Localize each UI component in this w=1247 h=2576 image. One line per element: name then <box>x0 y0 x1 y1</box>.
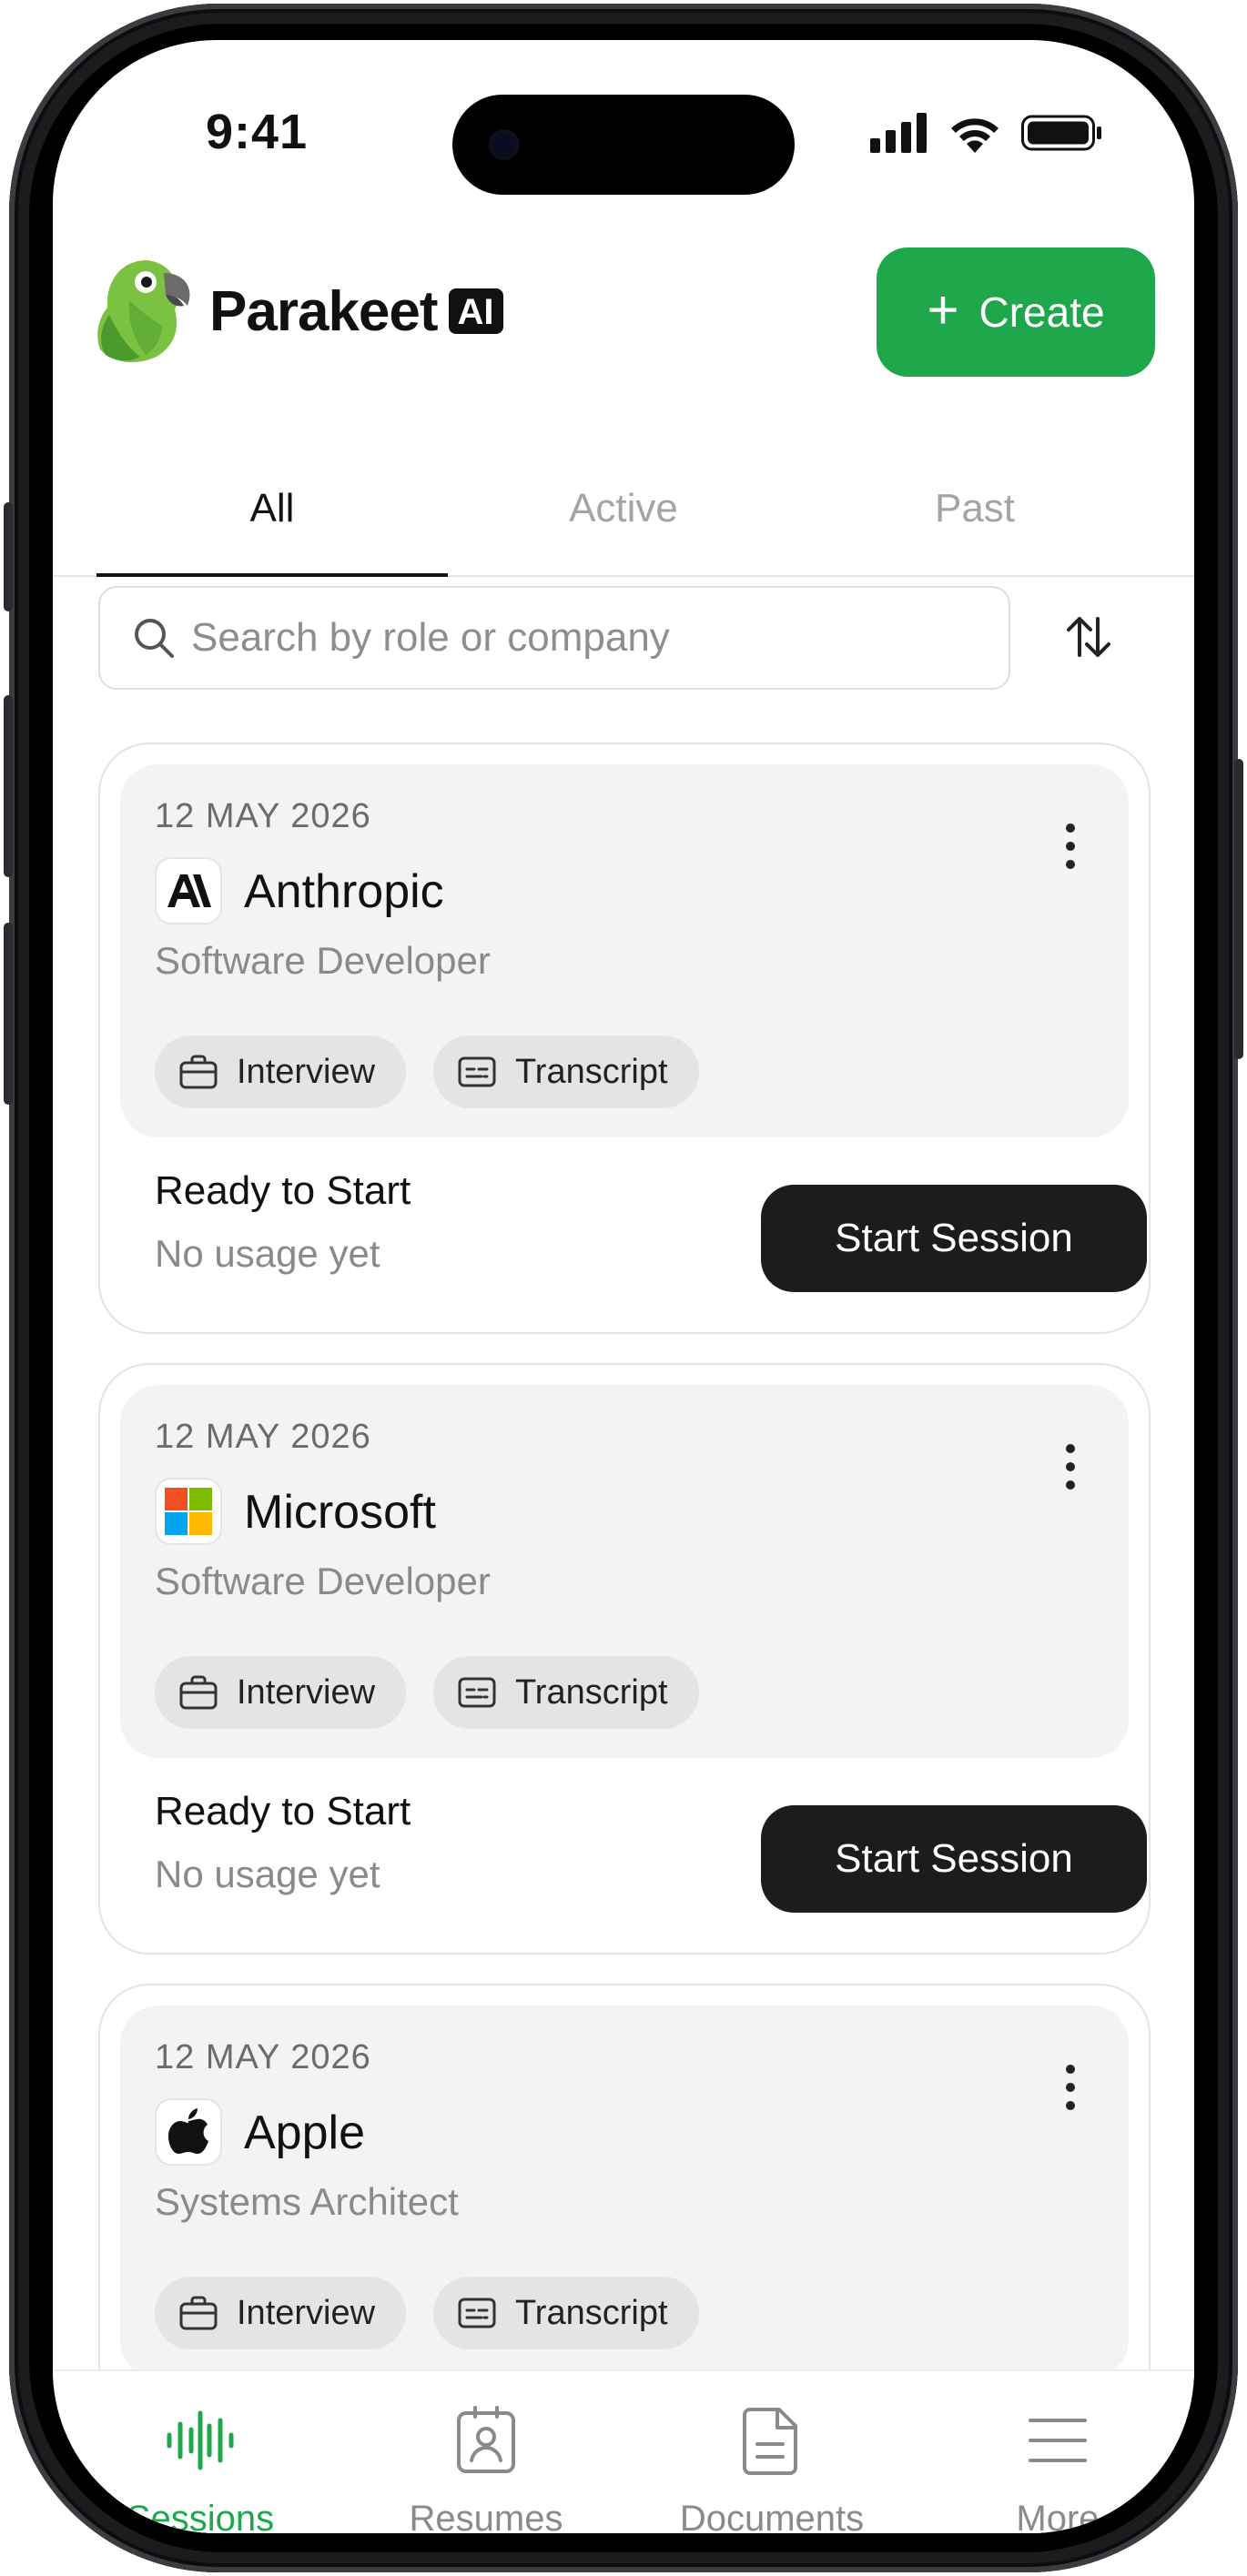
company-name: Apple <box>244 2106 365 2159</box>
tag-label: Transcript <box>515 2293 668 2332</box>
dynamic-island <box>452 95 795 195</box>
job-role: Software Developer <box>155 1560 491 1602</box>
session-status: Ready to Start <box>155 1789 411 1834</box>
apple-logo-icon <box>168 2108 208 2154</box>
session-card[interactable]: 12 MAY 2026 Microsoft Software Developer <box>98 1363 1151 1955</box>
search-placeholder: Search by role or company <box>191 615 670 660</box>
brand-logo: Parakeet AI <box>93 255 503 368</box>
wifi-icon <box>951 118 999 153</box>
transcript-icon <box>458 1677 496 1708</box>
session-date: 12 MAY 2026 <box>155 1418 371 1456</box>
nav-label: Documents <box>679 2499 865 2533</box>
more-options-icon[interactable] <box>1052 2060 1089 2115</box>
tag-transcript: Transcript <box>433 2277 699 2349</box>
search-input[interactable]: Search by role or company <box>98 586 1010 690</box>
nav-label: Sessions <box>126 2499 275 2533</box>
filter-tabs: All Active Past <box>53 440 1194 577</box>
session-card-details: 12 MAY 2026 Microsoft Software Developer <box>120 1385 1129 1758</box>
tab-all[interactable]: All <box>96 486 448 531</box>
sort-button[interactable] <box>1061 610 1116 664</box>
tag-label: Interview <box>237 2293 376 2332</box>
waveform-icon <box>167 2410 234 2470</box>
tag-interview: Interview <box>155 2277 407 2349</box>
bottom-navigation: Sessions Resumes Documents More <box>53 2369 1194 2533</box>
tag-label: Transcript <box>515 1052 668 1091</box>
tag-label: Transcript <box>515 1672 668 1712</box>
brand-ai-badge: AI <box>448 288 503 334</box>
volume-down-button <box>4 923 13 1105</box>
create-button[interactable]: + Create <box>877 247 1155 377</box>
job-role: Systems Architect <box>155 2180 459 2223</box>
create-label: Create <box>978 288 1105 336</box>
tag-transcript: Transcript <box>433 1656 699 1729</box>
start-session-button[interactable]: Start Session <box>761 1185 1147 1292</box>
nav-item-resumes[interactable]: Resumes <box>350 2404 623 2533</box>
start-session-button[interactable]: Start Session <box>761 1805 1147 1913</box>
tag-transcript: Transcript <box>433 1035 699 1108</box>
tag-interview: Interview <box>155 1656 407 1729</box>
front-camera <box>492 133 516 157</box>
cellular-signal-icon <box>870 113 927 153</box>
nav-label: Resumes <box>409 2499 563 2533</box>
nav-item-more[interactable]: More <box>921 2404 1194 2533</box>
tab-past[interactable]: Past <box>799 486 1151 531</box>
nav-label: More <box>1016 2499 1100 2533</box>
session-card[interactable]: 12 MAY 2026 Anthropic Software Developer… <box>98 742 1151 1334</box>
more-options-icon[interactable] <box>1052 819 1089 874</box>
status-icons <box>870 113 1103 153</box>
transcript-icon <box>458 2298 496 2329</box>
anthropic-logo <box>155 857 222 924</box>
plus-icon: + <box>927 278 959 340</box>
microsoft-logo <box>155 1478 222 1545</box>
session-usage: No usage yet <box>155 1232 380 1275</box>
volume-up-button <box>4 695 13 877</box>
search-icon <box>135 619 174 658</box>
anthropic-logo-icon <box>167 874 211 907</box>
session-date: 12 MAY 2026 <box>155 797 371 835</box>
status-time: 9:41 <box>206 105 309 159</box>
more-options-icon[interactable] <box>1052 1440 1089 1494</box>
app-screen: 9:41 Parakeet AI + Create All Active Pas… <box>53 40 1194 2533</box>
tag-label: Interview <box>237 1672 376 1712</box>
company-name: Anthropic <box>244 865 444 918</box>
tab-active[interactable]: Active <box>448 486 799 531</box>
session-card-details: 12 MAY 2026 Anthropic Software Developer… <box>120 764 1129 1137</box>
nav-item-sessions[interactable]: Sessions <box>64 2404 337 2533</box>
session-status: Ready to Start <box>155 1168 411 1213</box>
badge-icon <box>457 2406 515 2473</box>
session-date: 12 MAY 2026 <box>155 2038 371 2076</box>
briefcase-icon <box>179 2296 218 2330</box>
battery-icon <box>1021 115 1101 151</box>
briefcase-icon <box>179 1675 218 1710</box>
nav-item-documents[interactable]: Documents <box>635 2404 908 2533</box>
document-icon <box>743 2408 797 2475</box>
menu-icon <box>1029 2419 1087 2462</box>
power-button <box>1234 759 1243 1059</box>
tag-interview: Interview <box>155 1035 407 1108</box>
sort-arrows-icon <box>1067 617 1110 657</box>
briefcase-icon <box>179 1055 218 1089</box>
microsoft-logo-icon <box>165 1488 212 1535</box>
action-button <box>4 502 13 611</box>
apple-logo <box>155 2098 222 2166</box>
active-tab-indicator <box>96 573 448 577</box>
brand-name: Parakeet <box>209 279 439 343</box>
transcript-icon <box>458 1056 496 1087</box>
session-usage: No usage yet <box>155 1853 380 1895</box>
parakeet-icon <box>97 260 190 363</box>
company-name: Microsoft <box>244 1486 436 1539</box>
job-role: Software Developer <box>155 939 491 982</box>
session-card-details: 12 MAY 2026 Apple Systems Architect Inte… <box>120 2005 1129 2379</box>
tag-label: Interview <box>237 1052 376 1091</box>
